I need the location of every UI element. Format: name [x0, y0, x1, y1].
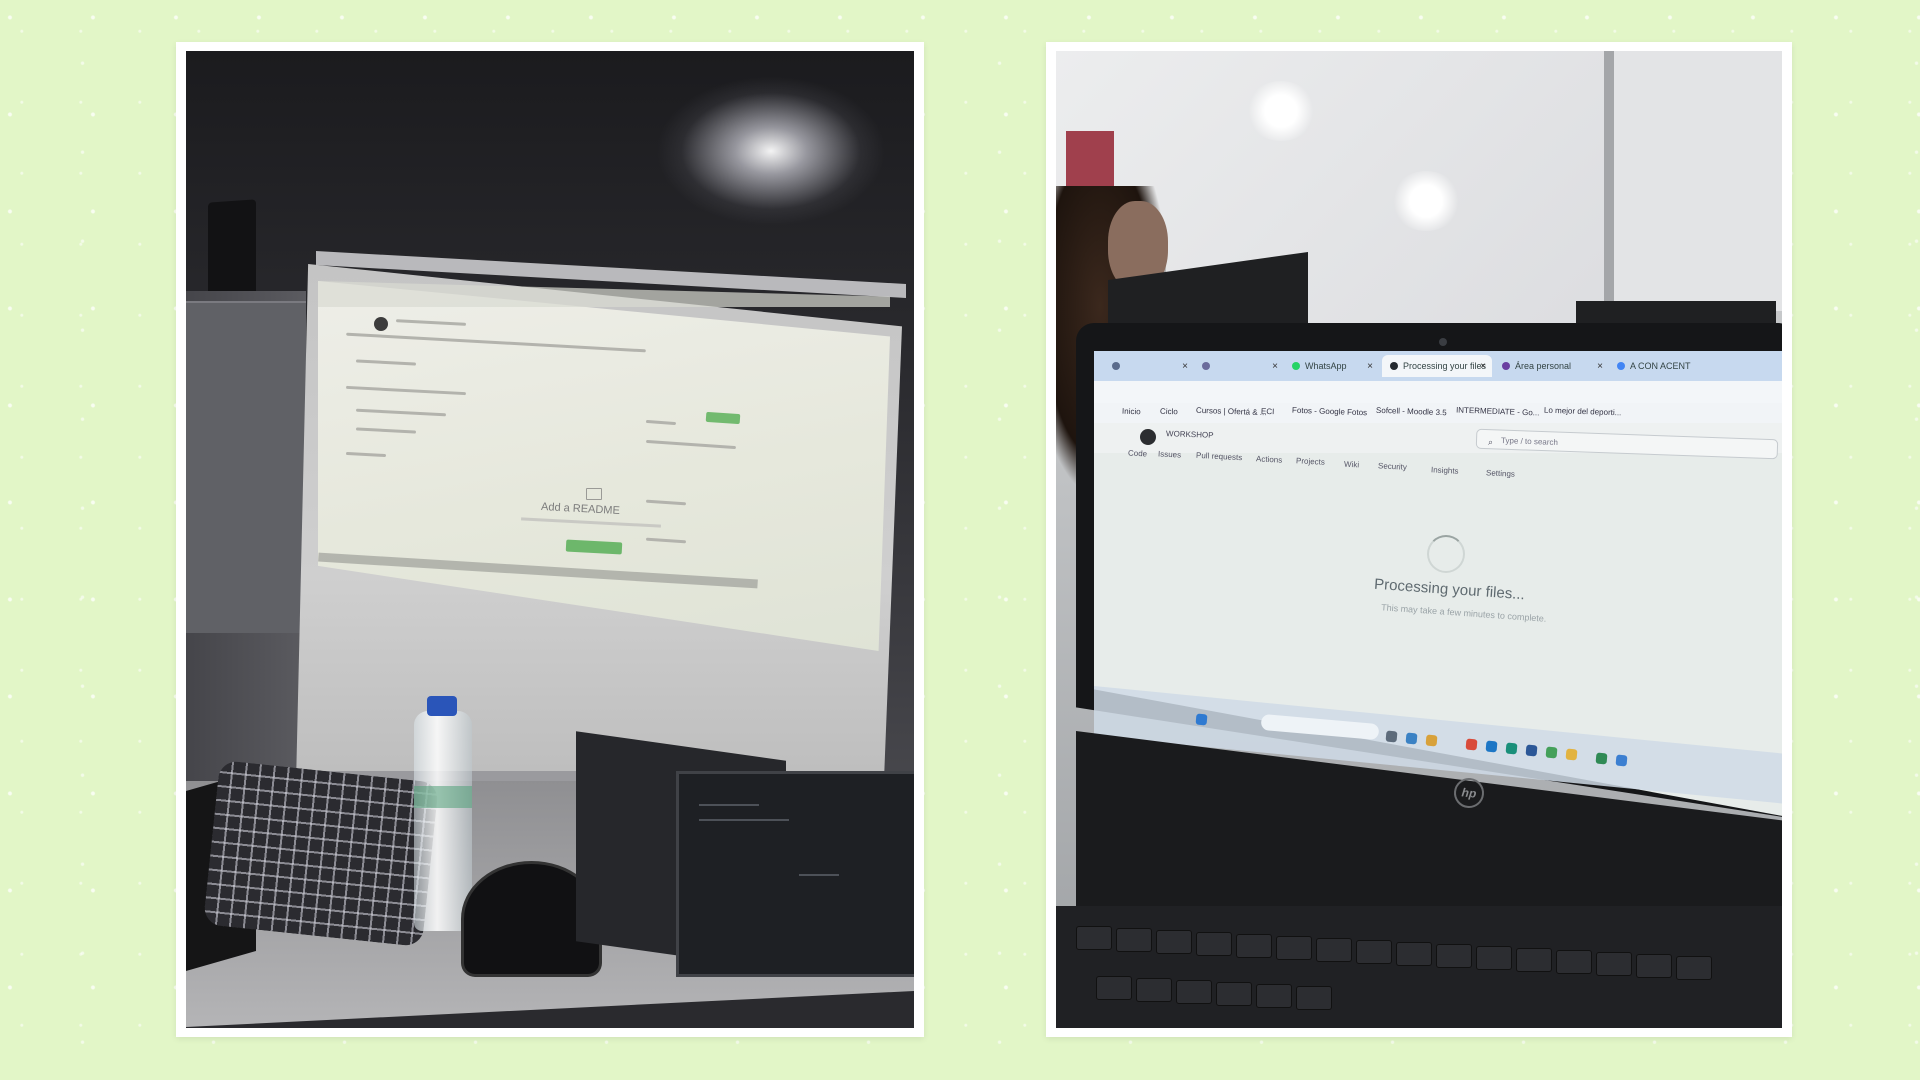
- keyboard-key: [1476, 946, 1512, 970]
- keyboard-key: [1256, 984, 1292, 1008]
- repo-nav-settings[interactable]: Settings: [1486, 468, 1515, 479]
- edge-icon[interactable]: [1405, 732, 1418, 745]
- keyboard-key: [1136, 978, 1172, 1002]
- ceiling-light-reflection: [1246, 81, 1316, 141]
- terminal-line: [699, 819, 789, 821]
- repo-nav-issues[interactable]: Issues: [1158, 449, 1182, 459]
- telegram-icon[interactable]: [1615, 754, 1628, 767]
- ceiling-light-reflection: [1391, 171, 1461, 231]
- patterned-pouch: [202, 759, 440, 948]
- keyboard-key: [1096, 976, 1132, 1000]
- keyboard-key: [1556, 950, 1592, 974]
- keyboard-key: [1176, 980, 1212, 1004]
- browser-tab-processing[interactable]: Processing your files ×: [1382, 355, 1492, 377]
- repo-nav-wiki[interactable]: Wiki: [1344, 460, 1360, 470]
- browser-tab[interactable]: ×: [1104, 355, 1194, 377]
- tab-label: Área personal: [1515, 361, 1572, 371]
- browser-tab-area-personal[interactable]: Área personal ×: [1494, 355, 1609, 377]
- close-icon[interactable]: ×: [1272, 361, 1278, 372]
- windows-start-icon[interactable]: [1195, 713, 1208, 726]
- repo-nav-actions[interactable]: Actions: [1256, 454, 1283, 464]
- github-logo-icon[interactable]: [1140, 429, 1156, 445]
- bookmark-item[interactable]: Ciclo: [1160, 407, 1178, 417]
- close-icon[interactable]: ×: [1367, 361, 1373, 372]
- google-icon: [1617, 362, 1625, 370]
- laptop-processing-photo: × × WhatsApp × Processing your files × Á…: [1056, 51, 1782, 1028]
- tab-label: A CON ACENT: [1630, 361, 1691, 371]
- taskbar-app-icon[interactable]: [1385, 730, 1398, 743]
- search-placeholder: Type / to search: [1500, 436, 1559, 447]
- keyboard-key: [1296, 986, 1332, 1010]
- search-icon: ⌕: [1487, 436, 1494, 448]
- address-bar[interactable]: [1094, 381, 1782, 403]
- repo-nav-insights[interactable]: Insights: [1431, 465, 1459, 475]
- wall-panel: [186, 301, 306, 633]
- right-photo-frame: × × WhatsApp × Processing your files × Á…: [1046, 42, 1792, 1037]
- wall-poster: [1066, 131, 1114, 191]
- repo-name[interactable]: WORKSHOP: [1166, 429, 1214, 440]
- keyboard-key: [1636, 954, 1672, 978]
- repo-nav-projects[interactable]: Projects: [1296, 456, 1325, 467]
- projected-github-logo: [374, 317, 388, 331]
- tab-favicon-icon: [1202, 362, 1210, 370]
- whiteboard-secondary: [1614, 51, 1782, 311]
- terminal-line: [699, 804, 759, 806]
- github-icon: [1390, 362, 1398, 370]
- left-photo-frame: Add a README: [176, 42, 924, 1037]
- keyboard-key: [1276, 936, 1312, 960]
- ceiling-light: [656, 76, 886, 226]
- tab-label: WhatsApp: [1305, 361, 1347, 371]
- whiteboard-divider: [1604, 51, 1614, 331]
- keyboard-key: [1196, 932, 1232, 956]
- classroom-projector-photo: Add a README: [186, 51, 914, 1028]
- folder-icon[interactable]: [1425, 734, 1438, 747]
- keyboard-key: [1676, 956, 1712, 980]
- tab-favicon-icon: [1112, 362, 1120, 370]
- webcam-icon: [1439, 338, 1447, 346]
- keyboard-key: [1216, 982, 1252, 1006]
- browser-tab-google[interactable]: A CON ACENT: [1609, 355, 1782, 377]
- bookmark-item[interactable]: Inicio: [1122, 407, 1141, 417]
- keyboard-key: [1356, 940, 1392, 964]
- keyboard: [1056, 906, 1782, 1028]
- keyboard-key: [1116, 928, 1152, 952]
- keyboard-key: [1436, 944, 1472, 968]
- tab-label: Processing your files: [1403, 361, 1487, 371]
- moodle-icon: [1502, 362, 1510, 370]
- keyboard-key: [1596, 952, 1632, 976]
- taskbar-app-icon[interactable]: [1545, 746, 1558, 759]
- keyboard-key: [1236, 934, 1272, 958]
- keyboard-key: [1396, 942, 1432, 966]
- close-icon[interactable]: ×: [1182, 361, 1188, 372]
- bottle-cap: [427, 696, 457, 716]
- keyboard-key: [1316, 938, 1352, 962]
- word-icon[interactable]: [1525, 744, 1538, 757]
- vscode-icon[interactable]: [1485, 740, 1498, 753]
- taskbar-app-icon[interactable]: [1565, 748, 1578, 761]
- terminal-line: [799, 874, 839, 876]
- repo-nav-security[interactable]: Security: [1378, 461, 1407, 472]
- browser-tab[interactable]: ×: [1194, 355, 1284, 377]
- keyboard-key: [1156, 930, 1192, 954]
- close-icon[interactable]: ×: [1480, 361, 1486, 372]
- taskbar-app-icon[interactable]: [1595, 752, 1608, 765]
- browser-tab-whatsapp[interactable]: WhatsApp ×: [1284, 355, 1379, 377]
- laptop-screen-dark: [676, 771, 914, 977]
- bookmark-item[interactable]: ECI: [1261, 407, 1275, 416]
- chrome-icon[interactable]: [1465, 738, 1478, 751]
- repo-nav-code[interactable]: Code: [1128, 449, 1148, 459]
- keyboard-key: [1076, 926, 1112, 950]
- taskbar-app-icon[interactable]: [1505, 742, 1518, 755]
- book-icon: [586, 488, 602, 500]
- loading-spinner-icon: [1427, 535, 1465, 573]
- keyboard-key: [1516, 948, 1552, 972]
- whatsapp-icon: [1292, 362, 1300, 370]
- water-bottle: [414, 711, 472, 931]
- close-icon[interactable]: ×: [1597, 361, 1603, 372]
- bottle-label: [414, 786, 472, 808]
